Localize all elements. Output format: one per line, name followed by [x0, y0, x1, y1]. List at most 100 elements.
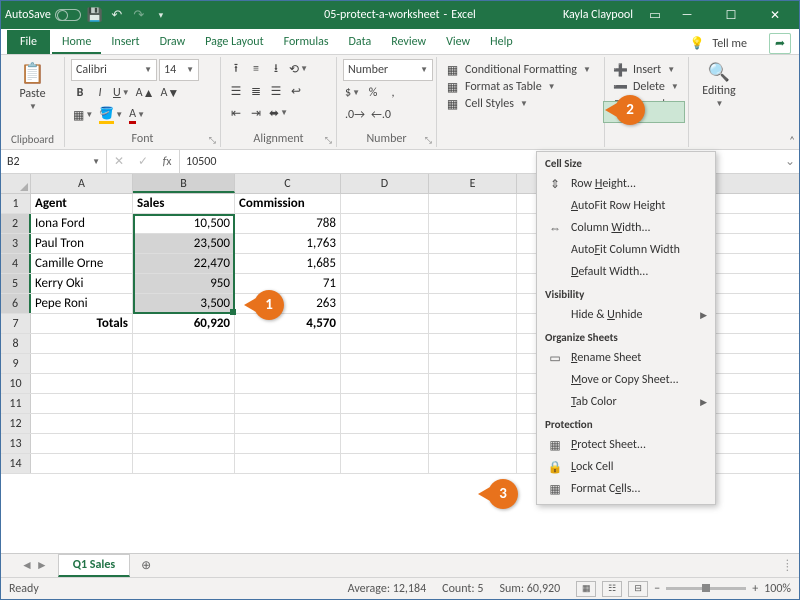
col-B[interactable]: B [133, 174, 235, 193]
cell[interactable] [429, 394, 517, 413]
row-11[interactable]: 11 [1, 394, 31, 413]
percent-button[interactable]: % [364, 83, 382, 103]
cell[interactable] [429, 354, 517, 373]
italic-button[interactable]: I [91, 83, 109, 103]
menu-row-height[interactable]: ⇕Row Height... [537, 173, 715, 195]
menu-tab-color[interactable]: Tab Color▶ [537, 391, 715, 413]
paste-button[interactable]: 📋 Paste ▼ [7, 59, 58, 114]
comma-button[interactable]: , [384, 83, 402, 103]
cell[interactable] [429, 214, 517, 233]
cell[interactable] [341, 234, 429, 253]
user-name[interactable]: Kayla Claypool [563, 8, 633, 22]
row-4[interactable]: 4 [1, 254, 31, 273]
fill-color-button[interactable]: 🪣▼ [97, 105, 125, 125]
align-right-button[interactable]: ☰ [267, 81, 285, 101]
zoom-level[interactable]: 100% [764, 582, 791, 596]
autosave-toggle[interactable]: AutoSave [5, 8, 81, 22]
select-all-button[interactable] [1, 174, 31, 193]
share-icon[interactable]: ➦ [769, 33, 791, 54]
tab-view[interactable]: View [436, 30, 480, 54]
cell[interactable] [235, 454, 341, 473]
page-break-view-button[interactable]: ⊟ [628, 581, 648, 597]
qat-more-icon[interactable]: ▾ [153, 7, 169, 23]
tab-file[interactable]: File [7, 30, 50, 54]
tab-help[interactable]: Help [480, 30, 523, 54]
maximize-button[interactable]: ☐ [711, 1, 751, 29]
menu-hide-unhide[interactable]: Hide & Unhide▶ [537, 304, 715, 326]
number-format-combo[interactable]: Number▼ [343, 59, 433, 81]
cell[interactable] [429, 274, 517, 293]
editing-button[interactable]: 🔍 Editing ▼ [695, 59, 743, 111]
increase-decimal-button[interactable]: .0→ [343, 105, 367, 125]
col-D[interactable]: D [341, 174, 429, 193]
tab-review[interactable]: Review [381, 30, 436, 54]
cell[interactable] [429, 234, 517, 253]
cell[interactable] [429, 314, 517, 333]
cell[interactable] [429, 454, 517, 473]
font-name-combo[interactable]: Calibri▼ [71, 59, 157, 81]
cell[interactable] [341, 414, 429, 433]
cell[interactable] [235, 394, 341, 413]
row-5[interactable]: 5 [1, 274, 31, 293]
menu-lock-cell[interactable]: 🔒Lock Cell [537, 456, 715, 478]
cell[interactable] [341, 334, 429, 353]
cell[interactable]: 71 [235, 274, 341, 293]
shrink-font-button[interactable]: A▼ [158, 83, 181, 103]
cell[interactable] [429, 254, 517, 273]
cell[interactable] [31, 454, 133, 473]
save-icon[interactable]: 💾 [87, 7, 103, 23]
tab-draw[interactable]: Draw [150, 30, 196, 54]
cell[interactable] [429, 414, 517, 433]
collapse-ribbon-button[interactable]: ˄ [789, 134, 795, 147]
grow-font-button[interactable]: A▲ [134, 83, 157, 103]
decrease-decimal-button[interactable]: ←.0 [369, 105, 393, 125]
cell[interactable] [133, 374, 235, 393]
row-13[interactable]: 13 [1, 434, 31, 453]
cell[interactable] [31, 414, 133, 433]
cell[interactable]: Totals [31, 314, 133, 333]
sheet-nav-next-icon[interactable]: ► [36, 558, 48, 573]
enter-formula-icon[interactable]: ✓ [131, 154, 155, 169]
cell[interactable] [31, 434, 133, 453]
menu-default-width[interactable]: Default Width... [537, 261, 715, 283]
row-9[interactable]: 9 [1, 354, 31, 373]
menu-move-copy[interactable]: Move or Copy Sheet... [537, 369, 715, 391]
cell-styles-button[interactable]: ▦Cell Styles▼ [445, 97, 596, 111]
cell[interactable] [341, 274, 429, 293]
cell[interactable]: Pepe Roni [31, 294, 133, 313]
cell[interactable] [341, 194, 429, 213]
cell[interactable] [341, 254, 429, 273]
wrap-text-button[interactable]: ↩ [287, 81, 305, 101]
cell[interactable]: 4,570 [235, 314, 341, 333]
tab-insert[interactable]: Insert [101, 30, 149, 54]
cell[interactable] [429, 374, 517, 393]
delete-cells-button[interactable]: ➖Delete▼ [613, 80, 680, 94]
cell[interactable] [429, 434, 517, 453]
col-A[interactable]: A [31, 174, 133, 193]
cell[interactable]: Iona Ford [31, 214, 133, 233]
cell[interactable] [133, 434, 235, 453]
font-color-button[interactable]: A▼ [127, 105, 147, 125]
format-as-table-button[interactable]: ▦Format as Table▼ [445, 80, 596, 94]
decrease-indent-button[interactable]: ⇤ [227, 103, 245, 123]
row-12[interactable]: 12 [1, 414, 31, 433]
cell[interactable] [133, 334, 235, 353]
cell[interactable]: 788 [235, 214, 341, 233]
bold-button[interactable]: B [71, 83, 89, 103]
increase-indent-button[interactable]: ⇥ [247, 103, 265, 123]
align-middle-button[interactable]: ≡ [247, 59, 265, 79]
insert-cells-button[interactable]: ➕Insert▼ [613, 63, 680, 77]
cell[interactable]: 60,920 [133, 314, 235, 333]
cell[interactable]: 22,470 [133, 254, 235, 273]
cell[interactable] [235, 334, 341, 353]
cell[interactable] [341, 314, 429, 333]
cell[interactable] [235, 434, 341, 453]
row-6[interactable]: 6 [1, 294, 31, 313]
cell[interactable]: 10,500 [133, 214, 235, 233]
expand-formula-bar-icon[interactable]: ⌄ [781, 150, 799, 173]
cell[interactable]: Commission [235, 194, 341, 213]
merge-button[interactable]: ⬌▼ [267, 103, 290, 123]
align-left-button[interactable]: ☰ [227, 81, 245, 101]
tab-page-layout[interactable]: Page Layout [195, 30, 273, 54]
sheet-tab-q1-sales[interactable]: Q1 Sales [58, 554, 130, 577]
